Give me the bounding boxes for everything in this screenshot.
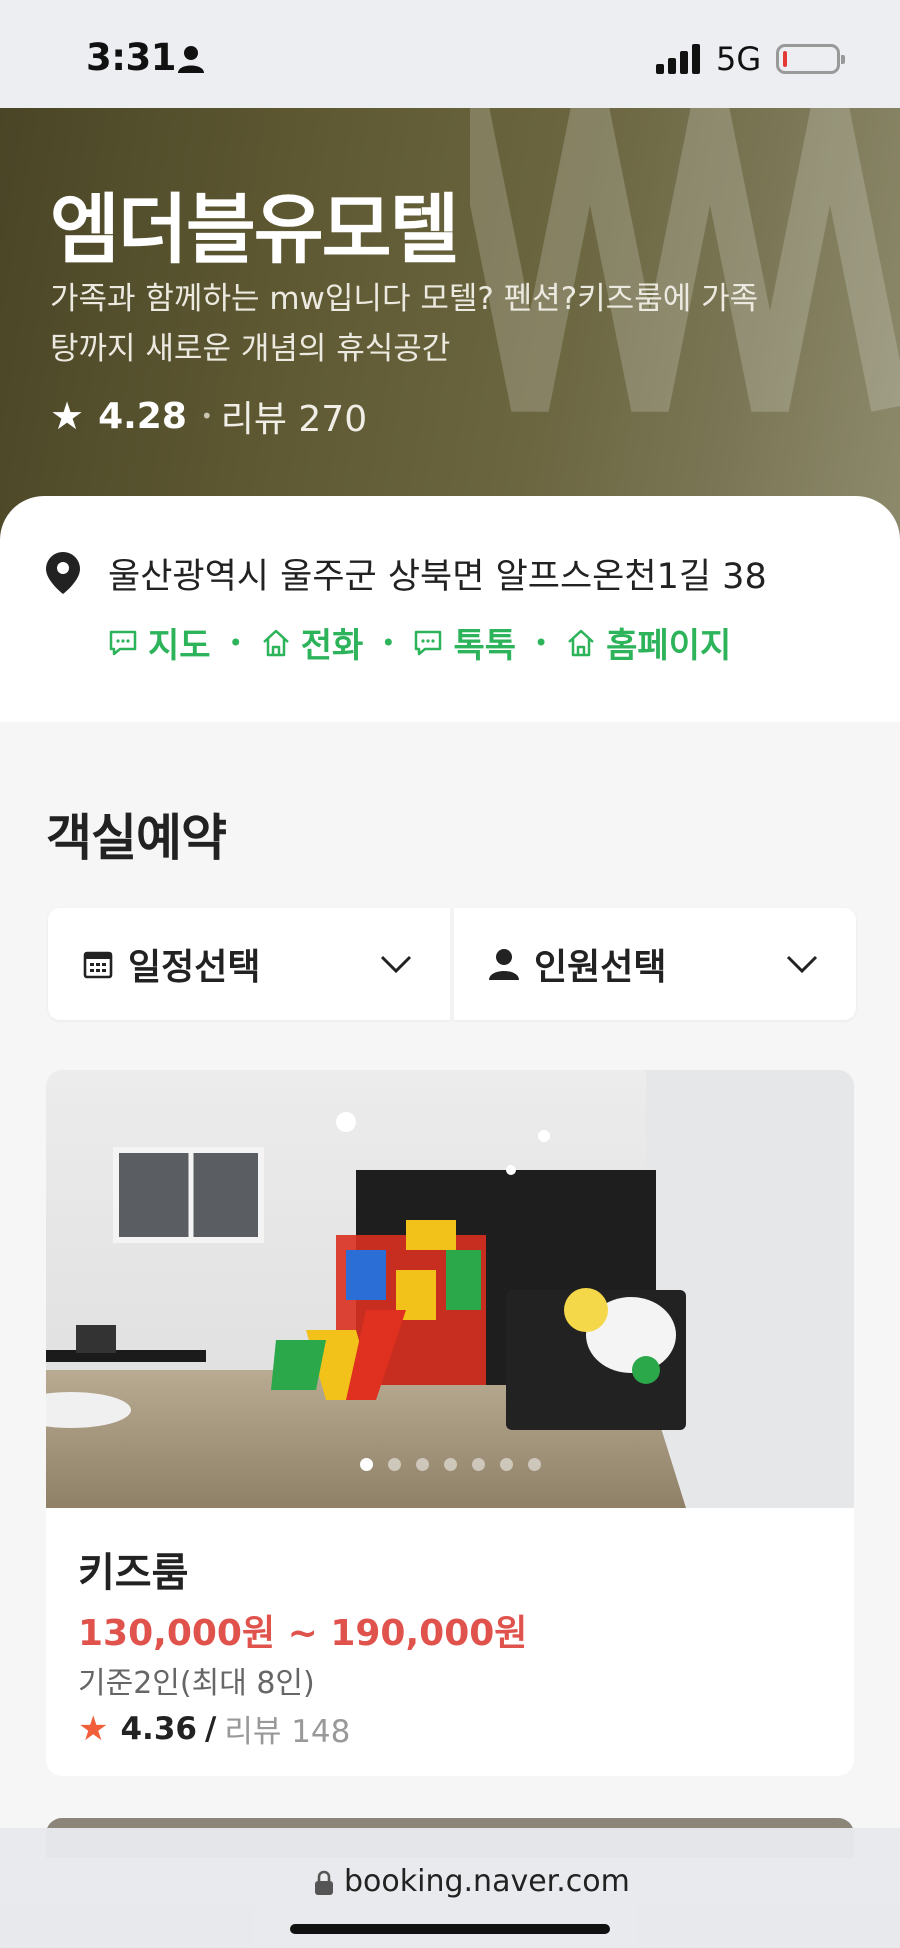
- person-select-label: 인원선택: [534, 947, 667, 988]
- rating-separator: /: [204, 1710, 217, 1747]
- lock-icon: [315, 1870, 333, 1895]
- person-icon: [178, 46, 204, 73]
- pagination-dot[interactable]: [527, 1458, 541, 1471]
- homepage-link-label: 홈페이지: [606, 626, 732, 666]
- pagination-dot[interactable]: [443, 1458, 457, 1471]
- separator-dot: •: [381, 628, 396, 657]
- phone-link-label: 전화: [300, 626, 364, 666]
- location-pin-icon: [46, 552, 80, 594]
- review-count: 리뷰 270: [220, 399, 368, 440]
- home-indicator[interactable]: [290, 1924, 610, 1934]
- status-bar: 3:31 5G: [0, 0, 900, 108]
- rating-score: 4.28: [98, 395, 187, 437]
- address-card: 울산광역시 울주군 상북면 알프스온천1길 38 지도 • 전화 • 톡톡 • …: [0, 496, 900, 722]
- network-label: 5G: [716, 40, 762, 78]
- address-text[interactable]: 울산광역시 울주군 상북면 알프스온천1길 38: [108, 548, 767, 599]
- hero-banner: 엠더블유모텔 가족과 함께하는 mw입니다 모텔? 펜션?키즈룸에 가족탕까지 …: [0, 108, 900, 548]
- page-title: 엠더블유모텔: [50, 185, 460, 274]
- room-price: 130,000원 ~ 190,000원: [78, 1613, 528, 1654]
- pagination-dot[interactable]: [387, 1458, 401, 1471]
- room-photo[interactable]: [46, 1070, 854, 1508]
- browser-url-bar[interactable]: booking.naver.com: [0, 1828, 900, 1948]
- address-links: 지도 • 전화 • 톡톡 • 홈페이지: [108, 618, 731, 667]
- pagination-dot[interactable]: [359, 1458, 373, 1471]
- battery-icon: [776, 44, 845, 74]
- date-select-button[interactable]: 일정선택: [48, 908, 450, 1020]
- chevron-down-icon: [786, 955, 818, 974]
- url-text: booking.naver.com: [344, 1864, 630, 1899]
- map-link[interactable]: 지도: [108, 618, 211, 667]
- talktalk-link-label: 톡톡: [453, 626, 516, 666]
- pagination-dot[interactable]: [471, 1458, 485, 1471]
- person-select-button[interactable]: 인원선택: [454, 908, 856, 1020]
- calendar-icon: [83, 951, 113, 979]
- room-name: 키즈룸: [78, 1550, 189, 1596]
- pagination-dot[interactable]: [499, 1458, 513, 1471]
- separator-dot: •: [200, 404, 213, 428]
- star-icon: ★: [50, 394, 85, 438]
- separator-dot: •: [534, 628, 549, 657]
- homepage-link[interactable]: 홈페이지: [566, 618, 731, 667]
- chat-icon: [415, 630, 442, 655]
- separator-dot: •: [228, 628, 243, 657]
- person-icon: [489, 949, 519, 980]
- chevron-down-icon: [380, 955, 412, 974]
- home-icon: [262, 629, 289, 656]
- room-review-count: 리뷰 148: [224, 1714, 351, 1750]
- room-rating-score: 4.36: [120, 1710, 197, 1747]
- room-rating: ★ 4.36 / 리뷰 148: [78, 1706, 350, 1751]
- phone-link[interactable]: 전화: [261, 618, 364, 667]
- status-time: 3:31: [86, 36, 177, 79]
- home-icon: [568, 629, 595, 656]
- hero-description: 가족과 함께하는 mw입니다 모텔? 펜션?키즈룸에 가족탕까지 새로운 개념의…: [50, 281, 759, 367]
- pagination-dot[interactable]: [415, 1458, 429, 1471]
- talktalk-link[interactable]: 톡톡: [413, 618, 516, 667]
- map-link-label: 지도: [148, 626, 211, 666]
- chat-icon: [109, 630, 137, 655]
- signal-icon: [656, 44, 700, 74]
- date-select-label: 일정선택: [128, 947, 261, 988]
- hero-rating[interactable]: ★ 4.28 • 리뷰 270: [50, 390, 367, 442]
- section-title: 객실예약: [46, 809, 227, 867]
- room-card[interactable]: 키즈룸 130,000원 ~ 190,000원 기준2인(최대 8인) ★ 4.…: [46, 1070, 854, 1776]
- star-icon: ★: [78, 1708, 109, 1749]
- room-capacity: 기준2인(최대 8인): [78, 1666, 315, 1701]
